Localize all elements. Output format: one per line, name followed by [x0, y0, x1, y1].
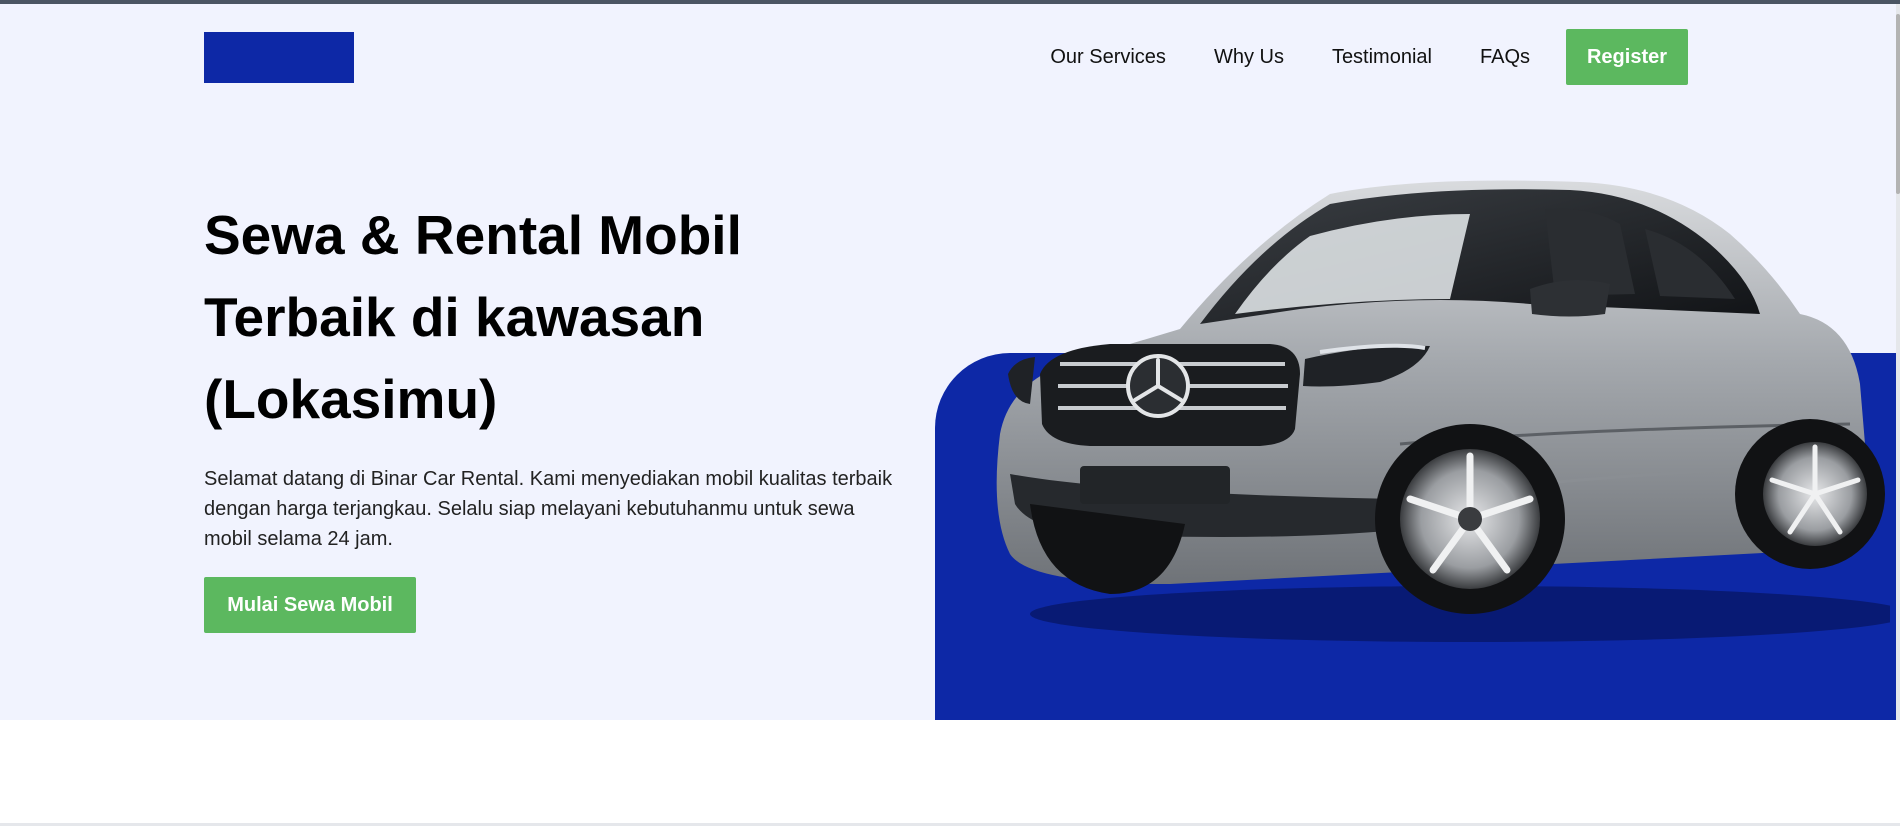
hero-title: Sewa & Rental Mobil Terbaik di kawasan (…: [204, 194, 764, 440]
nav-why-us[interactable]: Why Us: [1214, 29, 1284, 85]
hero-title-line-1: Sewa & Rental Mobil: [204, 204, 742, 266]
start-rental-button[interactable]: Mulai Sewa Mobil: [204, 577, 416, 633]
hero-title-line-2: Terbaik di kawasan: [204, 286, 705, 348]
car-image: [996, 180, 1890, 642]
nav-testimonial[interactable]: Testimonial: [1332, 29, 1432, 85]
main-nav: Our Services Why Us Testimonial FAQs Reg…: [1002, 29, 1688, 85]
nav-our-services[interactable]: Our Services: [1050, 29, 1166, 85]
register-button[interactable]: Register: [1566, 29, 1688, 85]
brand-logo[interactable]: [204, 32, 354, 83]
scrollbar-thumb[interactable]: [1896, 14, 1900, 194]
hero-description: Selamat datang di Binar Car Rental. Kami…: [204, 468, 893, 550]
page-scrollbar[interactable]: [1896, 4, 1900, 720]
nav-faqs[interactable]: FAQs: [1480, 29, 1530, 85]
hero-section: Our Services Why Us Testimonial FAQs Reg…: [0, 4, 1896, 720]
hero-title-line-3: (Lokasimu): [204, 368, 498, 430]
